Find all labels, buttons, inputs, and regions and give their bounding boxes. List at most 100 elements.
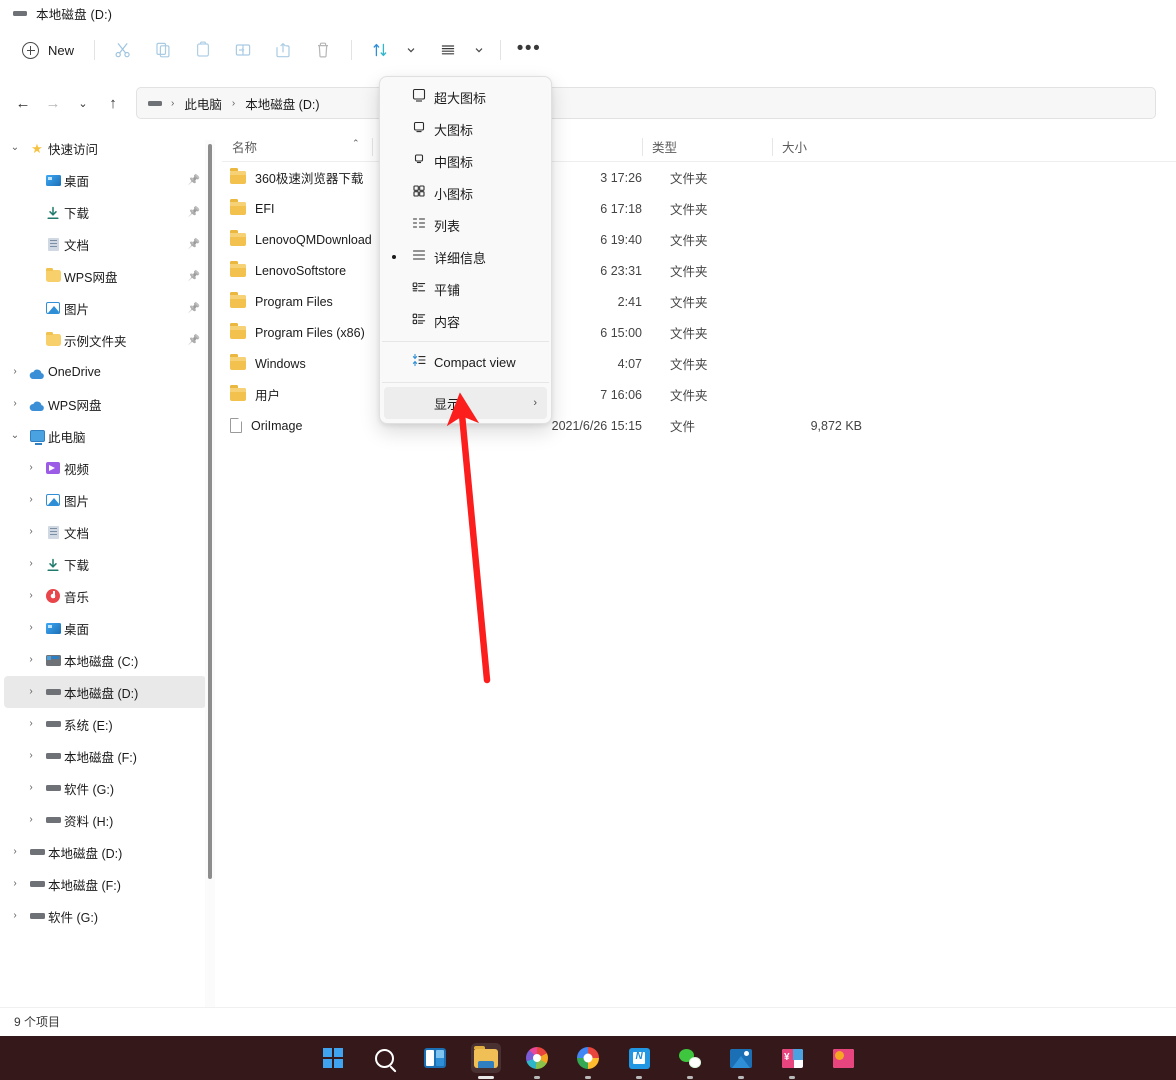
column-header-size[interactable]: 大小 [772, 132, 922, 162]
rename-button[interactable] [223, 32, 263, 68]
chevron-right-icon[interactable]: › [20, 559, 42, 569]
new-button[interactable]: New [14, 34, 86, 66]
sidebar-item-24[interactable]: ›软件 (G:) [4, 900, 206, 932]
chevron-down-icon[interactable]: ⌄ [4, 143, 26, 153]
chevron-down-icon[interactable]: ⌄ [4, 431, 26, 441]
paste-button[interactable] [183, 32, 223, 68]
table-row[interactable]: OriImage2021/6/26 15:15文件9,872 KB [222, 410, 1170, 441]
table-row[interactable]: Program Files (x86)6 15:00文件夹 [222, 317, 1170, 348]
sidebar-item-20[interactable]: ›软件 (G:) [4, 772, 206, 804]
sidebar-item-14[interactable]: ›音乐 [4, 580, 206, 612]
sort-button[interactable] [360, 32, 400, 68]
chevron-right-icon[interactable]: › [20, 591, 42, 601]
sidebar-item-18[interactable]: ›系统 (E:) [4, 708, 206, 740]
chevron-right-icon[interactable]: › [20, 495, 42, 505]
sidebar-scrollbar[interactable] [205, 140, 215, 1015]
chevron-right-icon[interactable]: › [20, 655, 42, 665]
sidebar-item-16[interactable]: ›本地磁盘 (C:) [4, 644, 206, 676]
pin-icon[interactable]: 📌 [188, 239, 200, 250]
column-header-name[interactable]: 名称 ⌃ [222, 132, 372, 162]
sidebar-item-1[interactable]: ›桌面📌 [4, 164, 206, 196]
file-explorer-button[interactable] [471, 1043, 501, 1073]
sidebar-item-5[interactable]: ›图片📌 [4, 292, 206, 324]
chevron-right-icon[interactable]: › [4, 911, 26, 921]
sidebar-scrollbar-thumb[interactable] [208, 144, 212, 879]
address-bar[interactable]: › 此电脑 › 本地磁盘 (D:) [136, 87, 1156, 119]
sidebar-item-3[interactable]: ›文档📌 [4, 228, 206, 260]
sidebar-item-7[interactable]: ›OneDrive [4, 356, 206, 388]
pin-icon[interactable]: 📌 [188, 207, 200, 218]
sidebar-item-19[interactable]: ›本地磁盘 (F:) [4, 740, 206, 772]
recent-locations-button[interactable]: ⌄ [68, 88, 98, 118]
delete-button[interactable] [303, 32, 343, 68]
table-row[interactable]: LenovoSoftstore6 23:31文件夹 [222, 255, 1170, 286]
sidebar-item-10[interactable]: ›视频 [4, 452, 206, 484]
menu-item-7[interactable]: 内容 [384, 305, 547, 337]
sidebar-item-13[interactable]: ›下载 [4, 548, 206, 580]
chevron-right-icon[interactable]: › [4, 879, 26, 889]
menu-item-4[interactable]: 列表 [384, 209, 547, 241]
back-button[interactable]: ← [8, 88, 38, 118]
photos-button[interactable] [726, 1043, 756, 1073]
copy-button[interactable] [143, 32, 183, 68]
view-context-menu[interactable]: 超大图标大图标中图标小图标列表详细信息平铺内容Compact view显示› [379, 76, 552, 424]
menu-item-2[interactable]: 中图标 [384, 145, 547, 177]
wechat-button[interactable] [675, 1043, 705, 1073]
view-chevron-down-icon[interactable] [468, 32, 490, 68]
360-browser-button[interactable] [522, 1043, 552, 1073]
chevron-right-icon[interactable]: › [20, 783, 42, 793]
chevron-right-icon[interactable]: › [4, 399, 26, 409]
pin-icon[interactable]: 📌 [188, 335, 200, 346]
table-row[interactable]: 360极速浏览器下载3 17:26文件夹 [222, 162, 1170, 193]
chrome-button[interactable] [573, 1043, 603, 1073]
menu-item-9[interactable]: 显示› [384, 387, 547, 419]
start-button[interactable] [318, 1043, 348, 1073]
share-button[interactable] [263, 32, 303, 68]
sort-chevron-down-icon[interactable] [400, 32, 422, 68]
menu-item-8[interactable]: Compact view [384, 346, 547, 378]
view-button[interactable] [428, 32, 468, 68]
chevron-right-icon[interactable]: › [20, 719, 42, 729]
up-button[interactable]: ↑ [98, 88, 128, 118]
chevron-right-icon[interactable]: › [20, 623, 42, 633]
chevron-right-icon[interactable]: › [533, 397, 547, 409]
cut-button[interactable] [103, 32, 143, 68]
sidebar-item-23[interactable]: ›本地磁盘 (F:) [4, 868, 206, 900]
forward-button[interactable]: → [38, 88, 68, 118]
pin-icon[interactable]: 📌 [188, 271, 200, 282]
sidebar-item-17[interactable]: ›本地磁盘 (D:) [4, 676, 206, 708]
table-row[interactable]: LenovoQMDownload6 19:40文件夹 [222, 224, 1170, 255]
breadcrumb-this-pc[interactable]: 此电脑 [180, 92, 226, 115]
more-options-button[interactable]: ••• [509, 32, 549, 68]
column-header-type[interactable]: 类型 [642, 132, 772, 162]
chevron-right-icon[interactable]: › [20, 687, 42, 697]
chevron-right-icon[interactable]: › [4, 367, 26, 377]
table-row[interactable]: Windows4:07文件夹 [222, 348, 1170, 379]
notes-button[interactable] [624, 1043, 654, 1073]
chevron-right-icon[interactable]: › [20, 463, 42, 473]
menu-item-5[interactable]: 详细信息 [384, 241, 547, 273]
sidebar-item-2[interactable]: ›下载📌 [4, 196, 206, 228]
sidebar-item-4[interactable]: ›WPS网盘📌 [4, 260, 206, 292]
sidebar-item-11[interactable]: ›图片 [4, 484, 206, 516]
sidebar-item-0[interactable]: ⌄★快速访问 [4, 132, 206, 164]
menu-item-3[interactable]: 小图标 [384, 177, 547, 209]
sidebar-item-6[interactable]: ›示例文件夹📌 [4, 324, 206, 356]
pin-icon[interactable]: 📌 [188, 175, 200, 186]
chevron-right-icon[interactable]: › [4, 847, 26, 857]
sidebar-item-21[interactable]: ›资料 (H:) [4, 804, 206, 836]
sidebar-item-15[interactable]: ›桌面 [4, 612, 206, 644]
misc-app-button[interactable] [828, 1043, 858, 1073]
navigation-pane[interactable]: ⌄★快速访问›桌面📌›下载📌›文档📌›WPS网盘📌›图片📌›示例文件夹📌›One… [0, 132, 210, 1007]
table-row[interactable]: 用户7 16:06文件夹 [222, 379, 1170, 410]
sidebar-item-12[interactable]: ›文档 [4, 516, 206, 548]
sidebar-item-9[interactable]: ⌄此电脑 [4, 420, 206, 452]
task-view-button[interactable] [420, 1043, 450, 1073]
menu-item-1[interactable]: 大图标 [384, 113, 547, 145]
sidebar-item-22[interactable]: ›本地磁盘 (D:) [4, 836, 206, 868]
chevron-right-icon[interactable]: › [20, 527, 42, 537]
chevron-right-icon[interactable]: › [20, 815, 42, 825]
pin-icon[interactable]: 📌 [188, 303, 200, 314]
search-button[interactable] [369, 1043, 399, 1073]
table-row[interactable]: EFI6 17:18文件夹 [222, 193, 1170, 224]
